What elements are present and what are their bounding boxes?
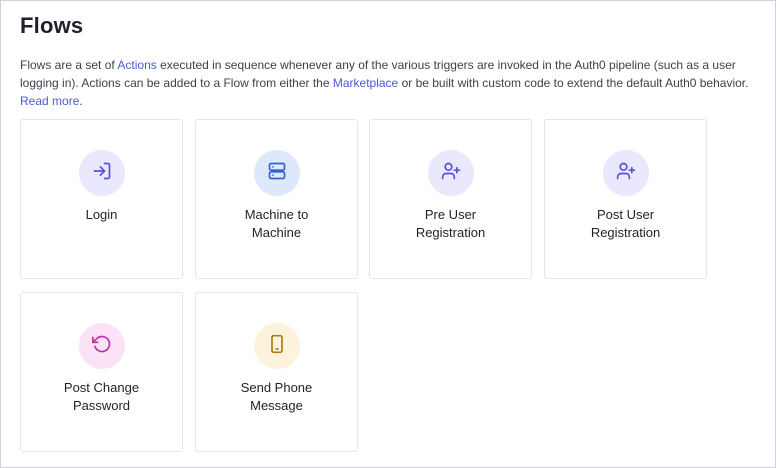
flow-icon-bg	[428, 150, 474, 196]
flow-card-label: Send Phone Message	[196, 379, 357, 415]
flow-card-post-user-registration[interactable]: Post User Registration	[544, 119, 707, 279]
flow-card-post-change-password[interactable]: Post Change Password	[20, 292, 183, 452]
page-title: Flows	[20, 13, 84, 38]
flow-icon-bg	[603, 150, 649, 196]
flow-card-send-phone-message[interactable]: Send Phone Message	[195, 292, 358, 452]
flow-card-pre-user-registration[interactable]: Pre User Registration	[369, 119, 532, 279]
flow-card-label-line2: Password	[72, 398, 131, 413]
flow-card-label-line1: Post User	[596, 207, 655, 222]
page-description: Flows are a set of Actions executed in s…	[20, 56, 765, 110]
flow-card-label-line1: Login	[85, 207, 118, 222]
rotate-ccw-icon	[92, 334, 112, 359]
description-text-3: or be built with custom code to extend t…	[398, 76, 749, 90]
description-text-4: .	[79, 94, 83, 108]
user-plus-icon	[441, 161, 461, 186]
flow-card-label: Pre User Registration	[370, 206, 531, 242]
flow-card-label-line1: Pre User	[424, 207, 477, 222]
description-text-1: Flows are a set of	[20, 58, 118, 72]
flow-card-label: Post Change Password	[21, 379, 182, 415]
flow-card-login[interactable]: Login	[20, 119, 183, 279]
flow-icon-bg	[254, 150, 300, 196]
server-icon	[267, 161, 287, 186]
flows-page: Flows Flows are a set of Actions execute…	[0, 0, 776, 468]
flow-card-label-line2: Registration	[590, 225, 661, 240]
flow-card-label-line1: Send Phone	[240, 380, 313, 395]
flow-card-label-line2: Message	[250, 398, 303, 413]
flow-card-label: Login	[21, 206, 182, 224]
read-more-link[interactable]: Read more	[20, 94, 79, 108]
smartphone-icon	[267, 334, 287, 359]
flow-card-label-line1: Post Change	[63, 380, 140, 395]
user-plus-icon	[616, 161, 636, 186]
flow-icon-bg	[79, 150, 125, 196]
flow-card-label-line2: Machine	[251, 225, 302, 240]
flow-icon-bg	[254, 323, 300, 369]
flow-card-label-line2: Registration	[415, 225, 486, 240]
flow-card-machine-to-machine[interactable]: Machine to Machine	[195, 119, 358, 279]
login-arrow-icon	[92, 161, 112, 186]
flow-card-label: Post User Registration	[545, 206, 706, 242]
flow-card-label: Machine to Machine	[196, 206, 357, 242]
actions-link[interactable]: Actions	[117, 58, 156, 72]
flow-card-label-line1: Machine to	[244, 207, 309, 222]
flow-icon-bg	[79, 323, 125, 369]
marketplace-link[interactable]: Marketplace	[333, 76, 398, 90]
